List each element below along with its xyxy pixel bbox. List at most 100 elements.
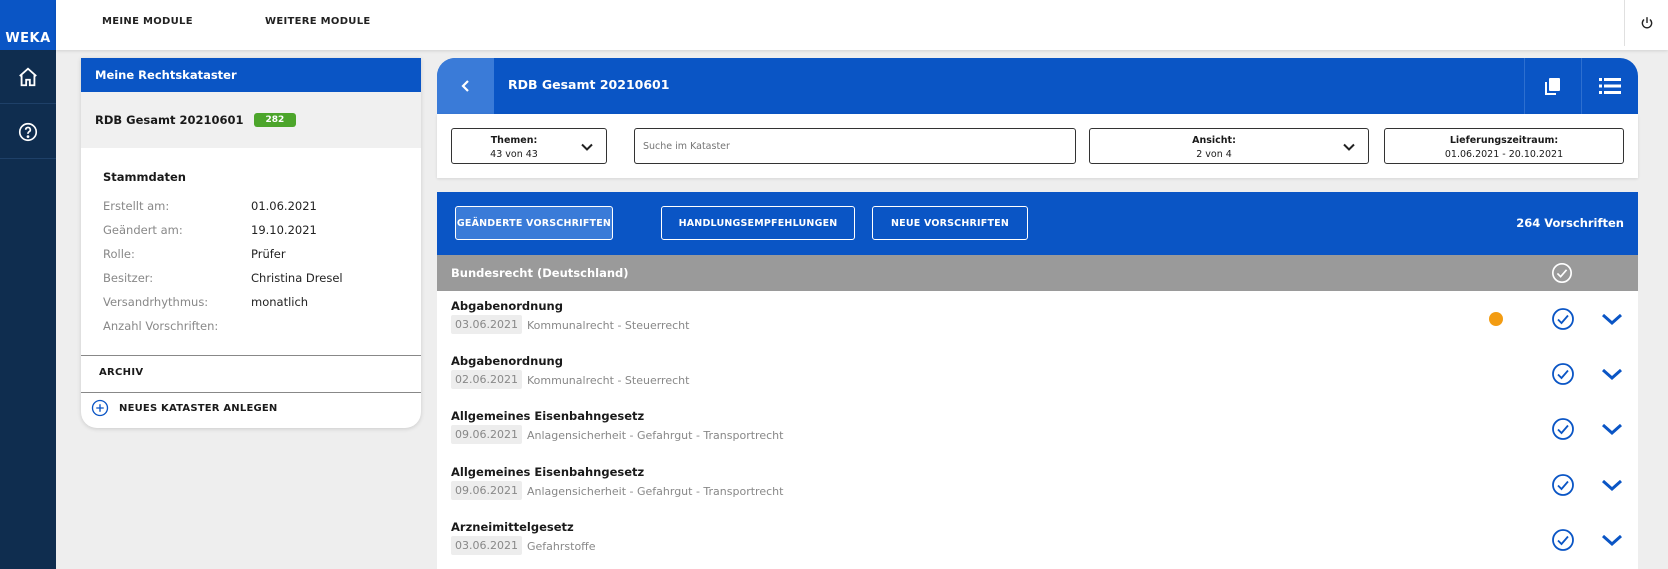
list-icon: [1599, 78, 1621, 94]
chevron-down-icon[interactable]: [1601, 310, 1623, 328]
copy-icon: [1545, 78, 1560, 95]
chevron-down-icon: [1343, 143, 1355, 151]
themen-select[interactable]: Themen: 43 von 43: [451, 128, 607, 164]
stammdaten-row: Versandrhythmus: monatlich: [103, 290, 399, 314]
item-title: Abgabenordnung: [451, 354, 563, 368]
list-item[interactable]: Allgemeines Eisenbahngesetz 09.06.2021 A…: [437, 457, 1638, 512]
stammdaten-row: Anzahl Vorschriften:: [103, 314, 399, 338]
stammdaten-section: Stammdaten Erstellt am: 01.06.2021 Geände…: [81, 148, 421, 338]
chevron-down-icon: [581, 143, 593, 151]
filter-bar: Themen: 43 von 43 Ansicht: 2 von 4 Liefe…: [437, 114, 1638, 178]
list-item[interactable]: Allgemeines Eisenbahngesetz 09.06.2021 A…: [437, 401, 1638, 456]
rail-home-button[interactable]: [0, 50, 56, 104]
item-title: Arzneimittelgesetz: [451, 520, 574, 534]
chevron-down-icon[interactable]: [1601, 365, 1623, 383]
stammdaten-row: Rolle: Prüfer: [103, 242, 399, 266]
lieferung-label: Lieferungszeitraum:: [1449, 135, 1559, 146]
chevron-left-icon: [460, 80, 469, 92]
chevron-down-icon[interactable]: [1601, 476, 1623, 494]
archiv-link[interactable]: ARCHIV: [99, 367, 143, 378]
stammdaten-row: Erstellt am: 01.06.2021: [103, 194, 399, 218]
main-header: RDB Gesamt 20210601: [437, 58, 1638, 114]
chevron-down-icon[interactable]: [1601, 531, 1623, 549]
themen-label: Themen:: [490, 135, 538, 146]
check-all-icon[interactable]: [1551, 262, 1573, 284]
top-bar: MEINE MODULE WEITERE MODULE: [56, 0, 1668, 50]
ansicht-select[interactable]: Ansicht: 2 von 4: [1089, 128, 1369, 164]
icon-rail: WEKA: [0, 0, 56, 569]
search-box[interactable]: [634, 128, 1076, 164]
field-label: Geändert am:: [103, 223, 183, 237]
field-value: monatlich: [251, 295, 309, 309]
new-kataster-button[interactable]: NEUES KATASTER ANLEGEN: [91, 399, 278, 417]
field-label: Besitzer:: [103, 271, 154, 285]
item-title: Allgemeines Eisenbahngesetz: [451, 465, 645, 479]
status-dot: [1489, 312, 1503, 326]
field-label: Versandrhythmus:: [103, 295, 209, 309]
count-badge: 282: [253, 113, 297, 127]
field-label: Rolle:: [103, 247, 135, 261]
item-title: Abgabenordnung: [451, 299, 563, 313]
tabs-bar: GEÄNDERTE VORSCHRIFTEN HANDLUNGSEMPFEHLU…: [437, 192, 1638, 255]
stammdaten-title: Stammdaten: [103, 170, 186, 184]
list-item[interactable]: Arzneimittelgesetz 03.06.2021 Gefahrstof…: [437, 512, 1638, 567]
item-date: 03.06.2021: [451, 536, 522, 555]
weka-logo[interactable]: WEKA: [0, 0, 56, 50]
item-category: Anlagensicherheit - Gefahrgut - Transpor…: [527, 429, 784, 442]
item-date: 03.06.2021: [451, 315, 522, 334]
page-title: RDB Gesamt 20210601: [508, 77, 670, 92]
stammdaten-row: Geändert am: 19.10.2021: [103, 218, 399, 242]
check-icon[interactable]: [1551, 473, 1575, 497]
tab-handlungsempfehlungen[interactable]: HANDLUNGSEMPFEHLUNGEN: [661, 206, 855, 240]
item-category: Gefahrstoffe: [527, 540, 596, 553]
vorschriften-list: Abgabenordnung 03.06.2021 Kommunalrecht …: [437, 291, 1638, 569]
logout-button[interactable]: [1624, 0, 1668, 46]
field-value: Prüfer: [251, 247, 286, 261]
item-title: Allgemeines Eisenbahngesetz: [451, 409, 645, 423]
lieferung-value: 01.06.2021 - 20.10.2021: [1444, 149, 1564, 160]
tab-neue-vorschriften[interactable]: NEUE VORSCHRIFTEN: [872, 206, 1028, 240]
copy-button[interactable]: [1524, 58, 1581, 114]
check-icon[interactable]: [1551, 417, 1575, 441]
nav-meine-module[interactable]: MEINE MODULE: [102, 16, 193, 27]
power-icon: [1641, 17, 1652, 29]
group-title: Bundesrecht (Deutschland): [451, 266, 629, 280]
rail-help-button[interactable]: [0, 105, 56, 159]
field-value: 19.10.2021: [251, 223, 317, 237]
themen-value: 43 von 43: [490, 149, 538, 160]
field-value: 01.06.2021: [251, 199, 317, 213]
check-icon[interactable]: [1551, 362, 1575, 386]
selected-kataster-name: RDB Gesamt 20210601: [95, 113, 244, 127]
plus-circle-icon: [91, 399, 109, 417]
lieferungszeitraum-picker[interactable]: Lieferungszeitraum: 01.06.2021 - 20.10.2…: [1384, 128, 1624, 164]
item-category: Kommunalrecht - Steuerrecht: [527, 374, 690, 387]
list-item[interactable]: Abgabenordnung 03.06.2021 Kommunalrecht …: [437, 291, 1638, 346]
kataster-panel: Meine Rechtskataster RDB Gesamt 20210601…: [81, 58, 421, 428]
item-date: 02.06.2021: [451, 370, 522, 389]
search-input[interactable]: [643, 141, 1053, 152]
field-label: Erstellt am:: [103, 199, 170, 213]
item-category: Anlagensicherheit - Gefahrgut - Transpor…: [527, 485, 784, 498]
chevron-down-icon[interactable]: [1601, 420, 1623, 438]
new-kataster-label: NEUES KATASTER ANLEGEN: [119, 402, 278, 414]
check-icon[interactable]: [1551, 528, 1575, 552]
back-button[interactable]: [437, 58, 494, 114]
tab-geaenderte-vorschriften[interactable]: GEÄNDERTE VORSCHRIFTEN: [455, 206, 613, 240]
list-view-button[interactable]: [1581, 58, 1638, 114]
item-date: 09.06.2021: [451, 481, 522, 500]
divider: [81, 355, 421, 356]
help-icon: [18, 122, 38, 141]
field-value: Christina Dresel: [251, 271, 343, 285]
item-category: Kommunalrecht - Steuerrecht: [527, 319, 690, 332]
home-icon: [19, 67, 37, 86]
nav-weitere-module[interactable]: WEITERE MODULE: [265, 16, 371, 27]
ansicht-value: 2 von 4: [1196, 149, 1232, 160]
vorschriften-count: 264 Vorschriften: [1516, 216, 1624, 230]
list-item[interactable]: Abgabenordnung 02.06.2021 Kommunalrecht …: [437, 346, 1638, 401]
group-header: Bundesrecht (Deutschland): [437, 255, 1638, 291]
selected-kataster[interactable]: RDB Gesamt 20210601 282: [81, 92, 421, 148]
ansicht-label: Ansicht:: [1192, 135, 1236, 146]
panel-header: Meine Rechtskataster: [81, 58, 421, 92]
stammdaten-row: Besitzer: Christina Dresel: [103, 266, 399, 290]
check-icon[interactable]: [1551, 307, 1575, 331]
